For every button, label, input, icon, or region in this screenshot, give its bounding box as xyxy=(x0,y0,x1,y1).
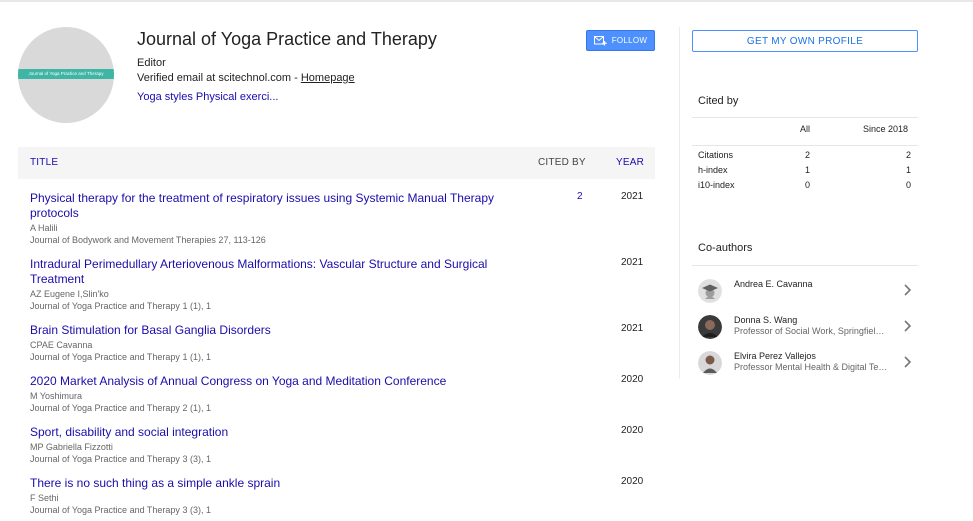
metric-label[interactable]: h-index xyxy=(698,165,728,175)
profile-email: Verified email at scitechnol.com - Homep… xyxy=(137,72,355,84)
article-year: 2020 xyxy=(621,476,644,487)
table-row: Brain Stimulation for Basal Ganglia Diso… xyxy=(30,323,655,363)
person-photo-icon xyxy=(698,351,722,375)
article-year: 2020 xyxy=(621,374,644,385)
metrics-divider xyxy=(692,145,918,146)
coauthor-item[interactable]: Andrea E. Cavanna xyxy=(698,279,918,309)
article-year: 2021 xyxy=(621,323,644,334)
article-source: Journal of Yoga Practice and Therapy 2 (… xyxy=(30,403,211,413)
article-title[interactable]: 2020 Market Analysis of Annual Congress … xyxy=(30,374,500,389)
table-row: Sport, disability and social integration… xyxy=(30,425,655,465)
metric-row: h-index 1 1 xyxy=(698,165,913,177)
col-title[interactable]: TITLE xyxy=(30,157,58,168)
coauthor-item[interactable]: Donna S. Wang Professor of Social Work, … xyxy=(698,315,918,345)
table-row: Physical therapy for the treatment of re… xyxy=(30,191,655,246)
person-photo-icon xyxy=(698,315,722,339)
table-row: There is no such thing as a simple ankle… xyxy=(30,476,655,516)
article-title[interactable]: Physical therapy for the treatment of re… xyxy=(30,191,500,221)
coauthor-name[interactable]: Donna S. Wang xyxy=(734,315,797,325)
metric-label[interactable]: i10-index xyxy=(698,180,735,190)
article-title[interactable]: There is no such thing as a simple ankle… xyxy=(30,476,500,491)
article-source: Journal of Yoga Practice and Therapy 1 (… xyxy=(30,352,211,362)
article-authors: A Halili xyxy=(30,223,58,233)
coauthor-name[interactable]: Andrea E. Cavanna xyxy=(734,279,813,289)
table-header: TITLE CITED BY YEAR xyxy=(18,147,655,179)
article-title[interactable]: Sport, disability and social integration xyxy=(30,425,500,440)
cited-by-divider xyxy=(692,117,918,118)
profile-interests[interactable]: Yoga styles Physical exerci... xyxy=(137,91,278,103)
metric-label[interactable]: Citations xyxy=(698,150,733,160)
follow-label: FOLLOW xyxy=(611,36,648,45)
cited-by-count[interactable]: 2 xyxy=(577,191,583,202)
coauthor-avatar xyxy=(698,351,722,375)
mail-plus-icon xyxy=(593,35,607,45)
article-title[interactable]: Intradural Perimedullary Arteriovenous M… xyxy=(30,257,500,287)
article-year: 2021 xyxy=(621,191,644,202)
coauthor-affiliation: Professor of Social Work, Springfield Co… xyxy=(734,326,889,336)
get-my-own-profile-button[interactable]: GET MY OWN PROFILE xyxy=(692,30,918,52)
metric-since: 1 xyxy=(905,165,911,175)
coauthor-item[interactable]: Elvira Perez Vallejos Professor Mental H… xyxy=(698,351,918,381)
metric-all: 1 xyxy=(805,165,811,175)
coauthor-avatar xyxy=(698,279,722,303)
article-source: Journal of Yoga Practice and Therapy 3 (… xyxy=(30,505,211,515)
col-all: All xyxy=(800,124,811,134)
coauthors-divider xyxy=(692,265,918,266)
article-authors: AZ Eugene I,Slin'ko xyxy=(30,289,109,299)
coauthor-avatar xyxy=(698,315,722,339)
col-since: Since 2018 xyxy=(863,124,909,134)
coauthors-heading: Co-authors xyxy=(698,242,753,254)
sidebar-divider xyxy=(679,27,680,379)
metric-since: 0 xyxy=(905,180,911,190)
article-source: Journal of Yoga Practice and Therapy 1 (… xyxy=(30,301,211,311)
profile-affiliation: Editor xyxy=(137,57,166,69)
article-authors: M Yoshimura xyxy=(30,391,83,401)
coauthor-name[interactable]: Elvira Perez Vallejos xyxy=(734,351,816,361)
article-source: Journal of Bodywork and Movement Therapi… xyxy=(30,235,266,245)
article-authors: CPAE Cavanna xyxy=(30,340,93,350)
cited-by-heading: Cited by xyxy=(698,95,739,107)
follow-button[interactable]: FOLLOW xyxy=(586,30,655,51)
metric-all: 0 xyxy=(805,180,811,190)
article-year: 2020 xyxy=(621,425,644,436)
article-authors: MP Gabriella Fizzotti xyxy=(30,442,113,452)
metric-row: Citations 2 2 xyxy=(698,150,913,162)
chevron-right-icon[interactable] xyxy=(903,354,913,370)
profile-name: Journal of Yoga Practice and Therapy xyxy=(137,29,437,49)
article-year: 2021 xyxy=(621,257,644,268)
graduation-cap-icon xyxy=(698,279,722,303)
col-year[interactable]: YEAR xyxy=(616,157,644,168)
col-cited-by[interactable]: CITED BY xyxy=(538,157,586,168)
email-text: Verified email at scitechnol.com - xyxy=(137,72,301,84)
metric-row: i10-index 0 0 xyxy=(698,180,913,192)
table-row: Intradural Perimedullary Arteriovenous M… xyxy=(30,257,655,312)
avatar-label: Journal of Yoga Practice and Therapy xyxy=(18,69,114,79)
chevron-right-icon[interactable] xyxy=(903,318,913,334)
article-title[interactable]: Brain Stimulation for Basal Ganglia Diso… xyxy=(30,323,500,338)
homepage-link[interactable]: Homepage xyxy=(301,72,355,84)
metric-all: 2 xyxy=(805,150,811,160)
table-row: 2020 Market Analysis of Annual Congress … xyxy=(30,374,655,414)
top-divider xyxy=(0,0,973,2)
article-authors: F Sethi xyxy=(30,493,59,503)
coauthor-affiliation: Professor Mental Health & Digital Techno… xyxy=(734,362,889,372)
profile-avatar: Journal of Yoga Practice and Therapy xyxy=(18,27,114,123)
chevron-right-icon[interactable] xyxy=(903,282,913,298)
metric-since: 2 xyxy=(905,150,911,160)
article-source: Journal of Yoga Practice and Therapy 3 (… xyxy=(30,454,211,464)
